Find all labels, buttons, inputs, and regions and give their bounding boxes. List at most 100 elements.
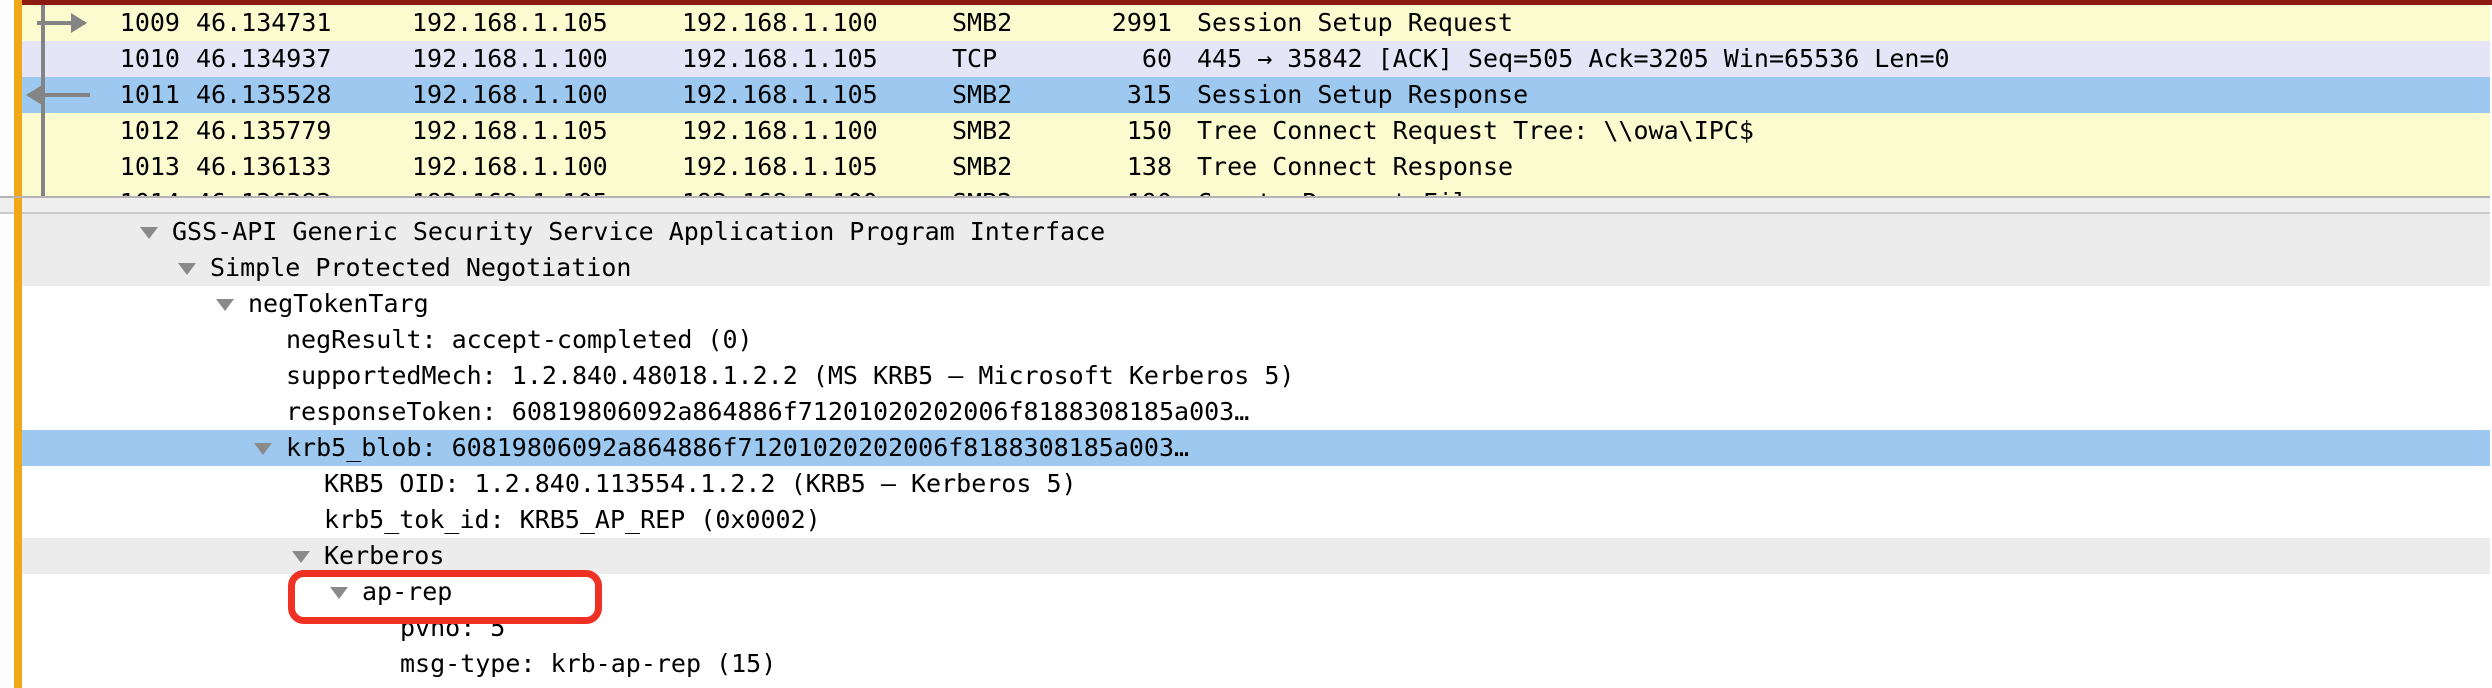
tree-item[interactable]: negResult: accept-completed (0) (22, 322, 2492, 358)
tree-item[interactable]: msg-type: krb-ap-rep (15) (22, 646, 2492, 682)
packet-cell-length: 60 (1141, 44, 1172, 73)
packet-list-rows[interactable]: 1009 46.134731 192.168.1.105 192.168.1.100 S… (22, 5, 2492, 196)
tree-item[interactable]: responseToken: 60819806092a864886f712010… (22, 394, 2492, 430)
chevron-down-icon[interactable] (140, 227, 158, 239)
tree-item-label: Simple Protected Negotiation (210, 253, 632, 282)
tree-item[interactable]: Simple Protected Negotiation (22, 250, 2492, 286)
chevron-down-icon[interactable] (292, 551, 310, 563)
packet-cell-length: 138 (1126, 152, 1172, 181)
tree-item-label: responseToken: 60819806092a864886f712010… (286, 397, 1250, 426)
pane-splitter[interactable] (0, 196, 2492, 216)
packet-cell-time: 46.136383 (196, 185, 372, 196)
packet-cell-source: 192.168.1.100 (412, 44, 608, 73)
packet-cell-time: 46.135528 (196, 80, 332, 109)
tree-item-label: KRB5 OID: 1.2.840.113554.1.2.2 (KRB5 – K… (324, 469, 1077, 498)
packet-cell-protocol: SMB2 (952, 185, 1072, 196)
table-row[interactable]: 1011 46.135528 192.168.1.100 192.168.1.105 S… (22, 77, 2492, 113)
tree-item-label: supportedMech: 1.2.840.48018.1.2.2 (MS K… (286, 361, 1295, 390)
wireshark-window: 1009 46.134731 192.168.1.105 192.168.1.100 S… (0, 0, 2492, 688)
packet-cell-destination: 192.168.1.100 (682, 185, 912, 196)
packet-cell-no: 1009 (119, 8, 180, 37)
packet-cell-destination: 192.168.1.100 (682, 8, 878, 37)
packet-cell-time: 46.134731 (196, 8, 332, 37)
tree-item-label: Kerberos (324, 541, 445, 570)
packet-cell-source: 192.168.1.105 (412, 116, 608, 145)
packet-cell-time: 46.135779 (196, 116, 332, 145)
chevron-down-icon[interactable] (330, 587, 348, 599)
packet-cell-destination: 192.168.1.105 (682, 80, 878, 109)
packet-cell-length: 150 (1126, 116, 1172, 145)
tree-item-label: GSS-API Generic Security Service Applica… (172, 217, 1106, 246)
packet-cell-info: 445 → 35842 [ACK] Seq=505 Ack=3205 Win=6… (1197, 44, 1950, 73)
table-row[interactable]: 1013 46.136133 192.168.1.100 192.168.1.105 S… (22, 149, 2492, 185)
packet-row-gutter (22, 5, 87, 41)
packet-details-pane[interactable]: GSS-API Generic Security Service Applica… (0, 214, 2492, 688)
packet-list-pane[interactable]: 1009 46.134731 192.168.1.105 192.168.1.100 S… (0, 0, 2492, 196)
packet-cell-info: Session Setup Response (1197, 80, 1529, 109)
packet-cell-destination: 192.168.1.105 (682, 44, 878, 73)
packet-cell-destination: 192.168.1.100 (682, 116, 878, 145)
packet-row-gutter (22, 149, 84, 185)
packet-cell-no: 1010 (119, 44, 180, 73)
packet-cell-time: 46.134937 (196, 44, 332, 73)
tree-item[interactable]: supportedMech: 1.2.840.48018.1.2.2 (MS K… (22, 358, 2492, 394)
packet-cell-no: 1012 (119, 116, 180, 145)
packet-cell-destination: 192.168.1.105 (682, 152, 878, 181)
table-row[interactable]: 1009 46.134731 192.168.1.105 192.168.1.100 S… (22, 5, 2492, 41)
packet-cell-protocol: SMB2 (952, 80, 1013, 109)
tree-item[interactable]: krb5_blob: 60819806092a864886f7120102020… (22, 430, 2492, 466)
table-row[interactable]: 1014 46.136383 192.168.1.105 192.168.1.100 S… (22, 185, 2492, 196)
packet-cell-time: 46.136133 (196, 152, 332, 181)
packet-cell-length: 315 (1126, 80, 1172, 109)
table-row[interactable]: 1010 46.134937 192.168.1.100 192.168.1.105 T… (22, 41, 2492, 77)
chevron-down-icon[interactable] (178, 263, 196, 275)
packet-row-gutter (22, 77, 90, 113)
packet-row-gutter (22, 113, 84, 149)
packet-cell-info: Session Setup Request (1197, 8, 1514, 37)
chevron-down-icon[interactable] (216, 299, 234, 311)
packet-cell-protocol: SMB2 (952, 116, 1013, 145)
packet-cell-source: 192.168.1.100 (412, 152, 608, 181)
tree-item[interactable]: enc-part (22, 682, 2492, 688)
packet-cell-source: 192.168.1.100 (412, 80, 608, 109)
tree-item-label: msg-type: krb-ap-rep (15) (400, 649, 777, 678)
tree-item-label: enc-part (400, 682, 520, 688)
tree-item-label: ap-rep (362, 577, 453, 606)
response-arrow-icon (26, 85, 90, 105)
packet-row-gutter (22, 185, 84, 196)
packet-list-focus-frame (14, 0, 22, 196)
tree-item[interactable]: pvno: 5 (22, 610, 2492, 646)
tree-item[interactable]: Kerberos (22, 538, 2492, 574)
packet-cell-source: 192.168.1.105 (412, 185, 642, 196)
packet-cell-info: Create Request File: (1197, 185, 1498, 196)
packet-cell-info: Tree Connect Request Tree: \\owa\IPC$ (1197, 116, 1754, 145)
tree-item[interactable]: GSS-API Generic Security Service Applica… (22, 214, 2492, 250)
packet-cell-no: 1014 (84, 185, 180, 196)
tree-item-label: negTokenTarg (248, 289, 429, 318)
details-focus-frame (14, 214, 22, 688)
tree-item[interactable]: negTokenTarg (22, 286, 2492, 322)
tree-item[interactable]: KRB5 OID: 1.2.840.113554.1.2.2 (KRB5 – K… (22, 466, 2492, 502)
packet-row-gutter (22, 41, 84, 77)
packet-details-tree[interactable]: GSS-API Generic Security Service Applica… (22, 214, 2492, 688)
packet-cell-no: 1013 (119, 152, 180, 181)
tree-item-label: krb5_tok_id: KRB5_AP_REP (0x0002) (324, 505, 821, 534)
packet-list-outer-margin (0, 0, 14, 196)
packet-cell-protocol: SMB2 (952, 8, 1013, 37)
packet-cell-source: 192.168.1.105 (412, 8, 608, 37)
chevron-down-icon[interactable] (254, 443, 272, 455)
packet-cell-length: 190 (1070, 185, 1172, 196)
packet-list-top-frame (14, 0, 2492, 5)
request-arrow-icon (37, 13, 87, 33)
tree-item-label: pvno: 5 (400, 613, 506, 642)
packet-cell-no: 1011 (119, 80, 180, 109)
table-row[interactable]: 1012 46.135779 192.168.1.105 192.168.1.100 S… (22, 113, 2492, 149)
tree-item-label: krb5_blob: 60819806092a864886f7120102020… (286, 433, 1190, 462)
tree-item-ap-rep[interactable]: ap-rep (22, 574, 2492, 610)
packet-cell-protocol: SMB2 (952, 152, 1013, 181)
packet-cell-protocol: TCP (952, 44, 998, 73)
packet-cell-info: Tree Connect Response (1197, 152, 1514, 181)
tree-item-label: negResult: accept-completed (0) (286, 325, 753, 354)
packet-cell-length: 2991 (1111, 8, 1172, 37)
tree-item[interactable]: krb5_tok_id: KRB5_AP_REP (0x0002) (22, 502, 2492, 538)
